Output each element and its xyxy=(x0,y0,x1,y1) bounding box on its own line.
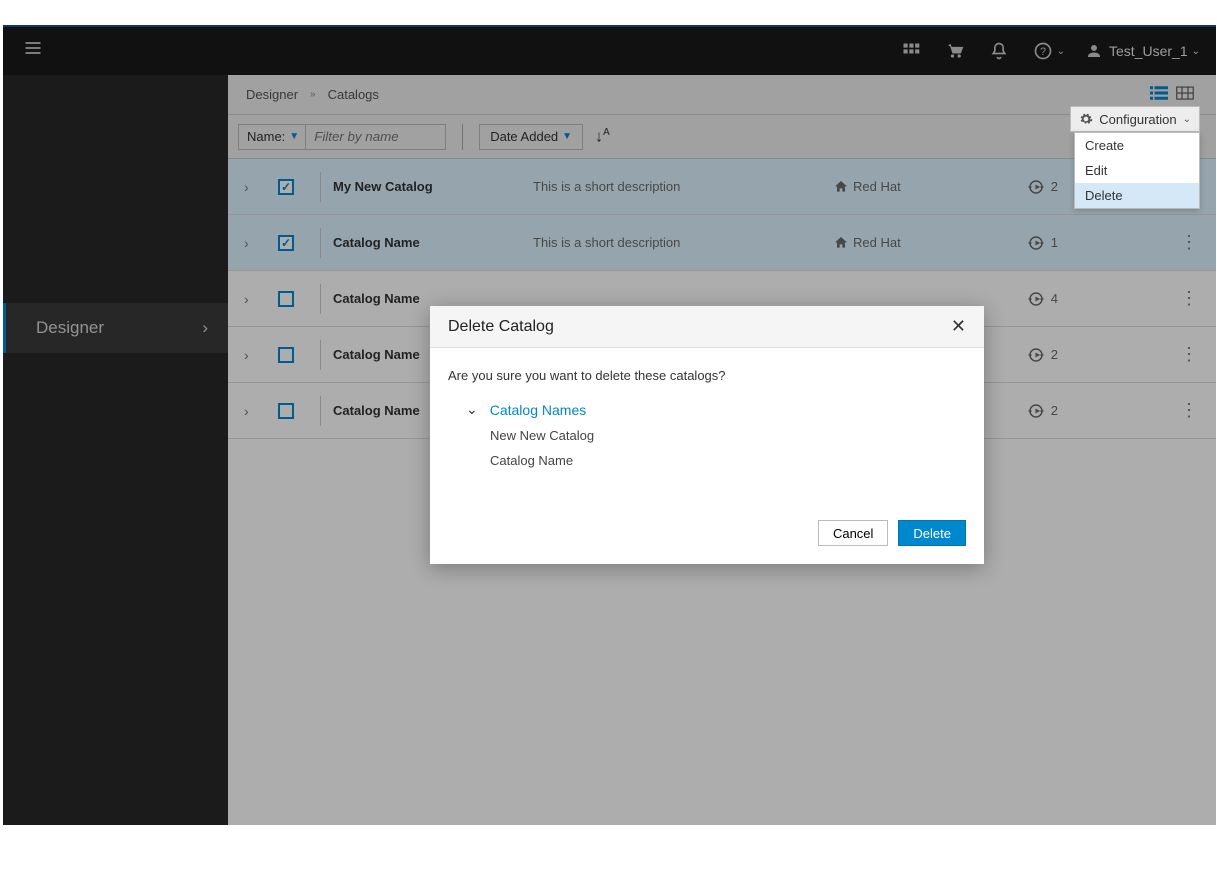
modal-body: Are you sure you want to delete these ca… xyxy=(430,348,984,508)
config-menu: Create Edit Delete xyxy=(1074,132,1200,209)
config-dropdown-wrap: Configuration ⌄ Create Edit Delete xyxy=(1070,106,1200,132)
modal-group-label: Catalog Names xyxy=(490,402,587,418)
modal-item: New New Catalog xyxy=(490,428,966,443)
close-icon[interactable]: ✕ xyxy=(951,316,966,337)
delete-catalog-modal: Delete Catalog ✕ Are you sure you want t… xyxy=(430,306,984,564)
delete-button[interactable]: Delete xyxy=(898,520,966,546)
modal-header: Delete Catalog ✕ xyxy=(430,306,984,348)
modal-item: Catalog Name xyxy=(490,453,966,468)
modal-group-toggle[interactable]: ⌄ Catalog Names xyxy=(466,401,966,418)
modal-message: Are you sure you want to delete these ca… xyxy=(448,368,966,383)
modal-title: Delete Catalog xyxy=(448,318,951,336)
configuration-button[interactable]: Configuration ⌄ xyxy=(1070,106,1200,132)
config-menu-delete[interactable]: Delete xyxy=(1075,183,1199,208)
config-menu-edit[interactable]: Edit xyxy=(1075,158,1199,183)
modal-items: New New Catalog Catalog Name xyxy=(490,428,966,468)
modal-footer: Cancel Delete xyxy=(430,508,984,564)
config-menu-create[interactable]: Create xyxy=(1075,133,1199,158)
chevron-down-icon: ⌄ xyxy=(466,401,478,418)
cancel-button[interactable]: Cancel xyxy=(818,520,888,546)
